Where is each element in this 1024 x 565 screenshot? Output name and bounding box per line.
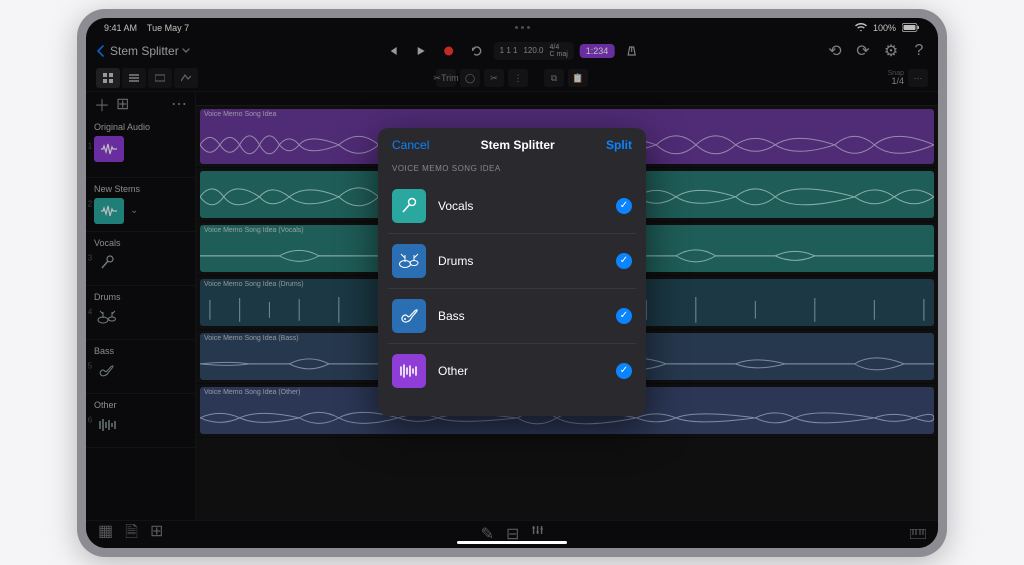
- modal-title: Stem Splitter: [481, 138, 555, 152]
- bars-icon: [392, 354, 426, 388]
- ipad-frame: 9:41 AM Tue May 7 100% Stem Splitter: [77, 9, 947, 557]
- modal-subtitle: Voice Memo Song Idea: [378, 162, 646, 179]
- stem-label: Drums: [438, 254, 604, 268]
- mic-icon: [392, 189, 426, 223]
- cancel-button[interactable]: Cancel: [392, 138, 429, 152]
- modal-header: Cancel Stem Splitter Split: [378, 128, 646, 162]
- stem-label: Vocals: [438, 199, 604, 213]
- stem-label: Bass: [438, 309, 604, 323]
- split-button[interactable]: Split: [606, 138, 632, 152]
- check-icon[interactable]: ✓: [616, 253, 632, 269]
- stem-splitter-modal: Cancel Stem Splitter Split Voice Memo So…: [378, 128, 646, 416]
- stem-option-drums[interactable]: Drums ✓: [388, 234, 636, 289]
- modal-list: Vocals ✓ Drums ✓ Bass ✓ Other ✓: [378, 179, 646, 416]
- stem-option-vocals[interactable]: Vocals ✓: [388, 179, 636, 234]
- check-icon[interactable]: ✓: [616, 308, 632, 324]
- check-icon[interactable]: ✓: [616, 363, 632, 379]
- stem-label: Other: [438, 364, 604, 378]
- drum-icon: [392, 244, 426, 278]
- stem-option-bass[interactable]: Bass ✓: [388, 289, 636, 344]
- screen: 9:41 AM Tue May 7 100% Stem Splitter: [86, 18, 938, 548]
- home-indicator[interactable]: [457, 541, 567, 544]
- guitar-icon: [392, 299, 426, 333]
- stem-option-other[interactable]: Other ✓: [388, 344, 636, 398]
- check-icon[interactable]: ✓: [616, 198, 632, 214]
